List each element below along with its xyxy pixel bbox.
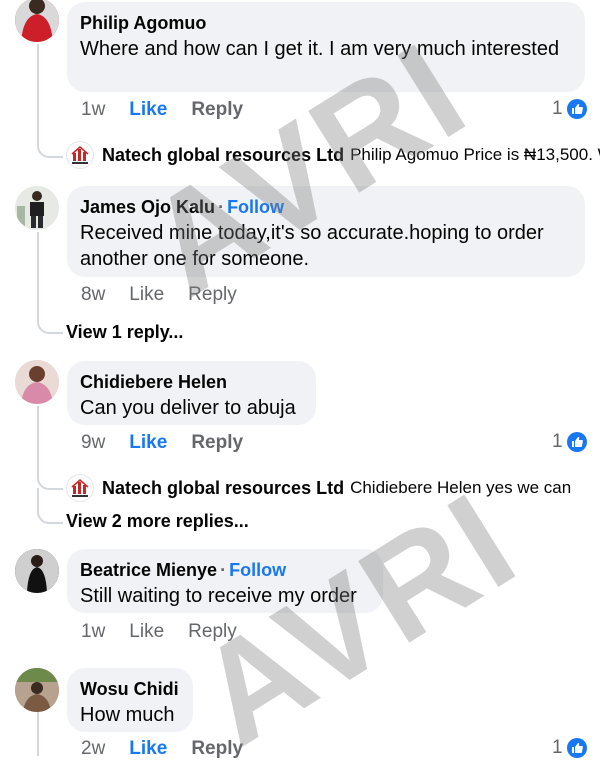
reply-button[interactable]: Reply: [191, 99, 243, 121]
avatar[interactable]: [15, 0, 59, 42]
comment-text: Where and how can I get it. I am very mu…: [80, 38, 560, 60]
thread-line: [37, 232, 39, 312]
avatar[interactable]: [15, 186, 59, 230]
reaction-count[interactable]: 1: [552, 98, 587, 120]
thread-line: [37, 138, 63, 158]
reply-author[interactable]: Natech global resources Ltd: [102, 478, 344, 499]
comment-text: Received mine today,it's so accurate.hop…: [80, 222, 544, 270]
comment-author[interactable]: James Ojo Kalu: [80, 197, 215, 217]
comment-actions: 1w Like Reply: [81, 621, 261, 643]
reaction-count[interactable]: 1: [552, 431, 587, 453]
avatar[interactable]: [15, 549, 59, 593]
like-button[interactable]: Like: [129, 432, 167, 454]
comment-bubble: Wosu Chidi How much: [67, 668, 193, 732]
comment-author[interactable]: Philip Agomuo: [80, 12, 571, 34]
thread-line: [37, 470, 63, 490]
like-button[interactable]: Like: [129, 284, 164, 306]
comment-bubble: Philip Agomuo Where and how can I get it…: [67, 2, 585, 92]
comment-bubble: Chidiebere Helen Can you deliver to abuj…: [67, 361, 316, 425]
comment-time[interactable]: 9w: [81, 432, 105, 454]
reply-button[interactable]: Reply: [188, 284, 237, 306]
like-button[interactable]: Like: [129, 99, 167, 121]
comment-actions: 8w Like Reply: [81, 284, 261, 306]
follow-button[interactable]: Follow: [229, 560, 286, 580]
person-photo-icon: [15, 668, 59, 712]
person-photo-icon: [15, 186, 59, 230]
follow-button[interactable]: Follow: [227, 197, 284, 217]
person-photo-icon: [15, 549, 59, 593]
reply-text: Philip Agomuo Price is ₦13,500. W: [350, 145, 600, 164]
natech-logo-icon: [71, 479, 89, 497]
comment-actions: 1w Like Reply: [81, 99, 267, 121]
reply-author[interactable]: Natech global resources Ltd: [102, 145, 344, 166]
avatar[interactable]: [15, 668, 59, 712]
comment-actions: 9w Like Reply: [81, 432, 267, 454]
reply-item: Natech global resources Ltd Philip Agomu…: [66, 141, 600, 169]
comment-text: How much: [80, 704, 175, 726]
person-photo-icon: [15, 0, 59, 42]
reply-button[interactable]: Reply: [191, 738, 243, 760]
watermark: AVRI: [171, 461, 543, 775]
comment-bubble: Beatrice Mienye · Follow Still waiting to …: [67, 549, 383, 613]
natech-logo-icon: [71, 146, 89, 164]
thumbs-up-icon: [566, 432, 587, 452]
avatar[interactable]: [66, 474, 94, 502]
thread-line: [37, 306, 63, 334]
like-button[interactable]: Like: [129, 738, 167, 760]
comment-author[interactable]: Beatrice Mienye: [80, 560, 217, 580]
thumbs-up-icon: [566, 99, 587, 119]
thread-line: [37, 406, 39, 476]
avatar[interactable]: [15, 360, 59, 404]
reply-text: Chidiebere Helen yes we can: [350, 478, 572, 497]
comment-text: Can you deliver to abuja: [80, 397, 296, 419]
like-button[interactable]: Like: [129, 621, 164, 643]
comment-time[interactable]: 2w: [81, 738, 105, 760]
person-photo-icon: [15, 360, 59, 404]
reaction-number: 1: [552, 98, 563, 119]
reply-item: Natech global resources Ltd Chidiebere H…: [66, 474, 571, 502]
view-replies-link[interactable]: View 1 reply...: [66, 322, 183, 343]
comment-actions: 2w Like Reply: [81, 738, 267, 760]
view-replies-link[interactable]: View 2 more replies...: [66, 511, 249, 532]
comment-time[interactable]: 1w: [81, 99, 105, 121]
thread-line: [37, 488, 63, 524]
reaction-number: 1: [552, 431, 563, 452]
thumbs-up-icon: [566, 738, 587, 758]
comment-author[interactable]: Wosu Chidi: [80, 678, 179, 700]
thread-line: [37, 44, 39, 144]
comment-time[interactable]: 1w: [81, 621, 105, 643]
comment-time[interactable]: 8w: [81, 284, 105, 306]
comment-author[interactable]: Chidiebere Helen: [80, 371, 302, 393]
reply-button[interactable]: Reply: [188, 621, 237, 643]
avatar[interactable]: [66, 141, 94, 169]
thread-line: [37, 706, 39, 756]
comment-text: Still waiting to receive my order: [80, 585, 357, 607]
comment-bubble: James Ojo Kalu · Follow Received mine toda…: [67, 186, 585, 277]
reply-button[interactable]: Reply: [191, 432, 243, 454]
